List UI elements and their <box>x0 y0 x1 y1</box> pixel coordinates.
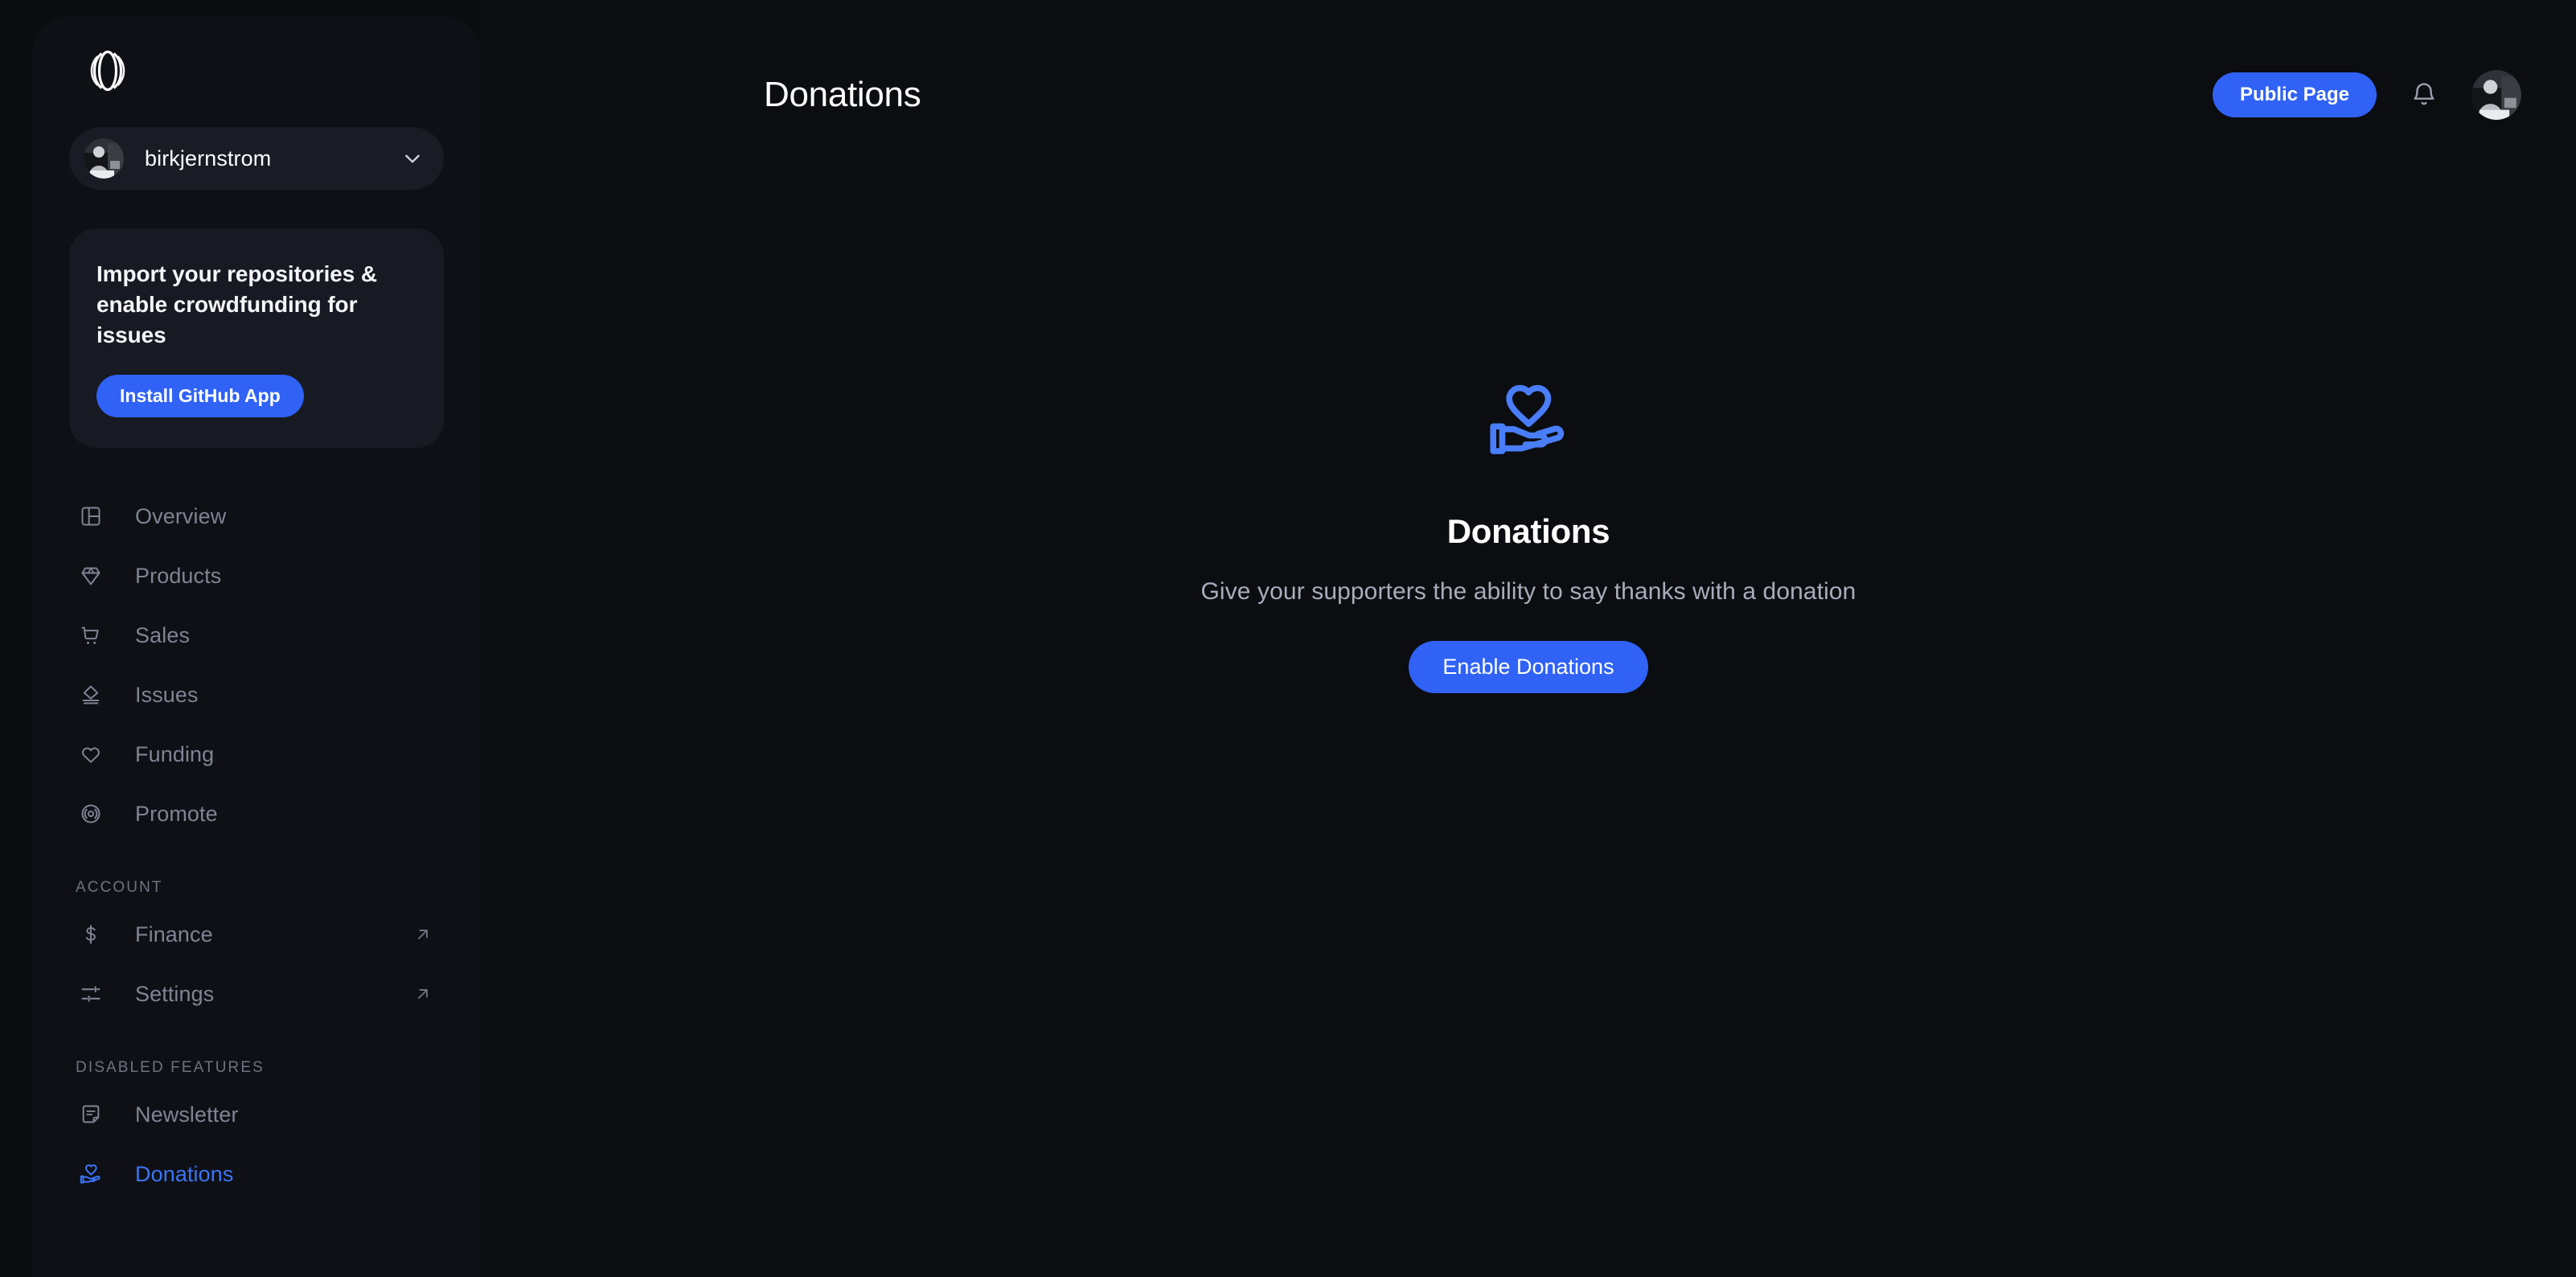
brand-logo[interactable] <box>69 16 444 105</box>
disabled-features-nav: Newsletter Donations <box>69 1085 444 1204</box>
diamond-icon <box>76 560 106 591</box>
top-bar-actions: Public Page <box>2212 70 2521 120</box>
sidebar-item-issues[interactable]: Issues <box>69 665 444 725</box>
sidebar-item-label: Sales <box>135 622 191 647</box>
sidebar-item-label: Products <box>135 563 222 588</box>
empty-state-subtitle: Give your supporters the ability to say … <box>1200 578 1856 605</box>
app-root: birkjernstrom Import your repositories &… <box>0 0 2576 1277</box>
sidebar-item-overview[interactable]: Overview <box>69 487 444 546</box>
main-content: Donations Public Page Donations Give you… <box>481 0 2576 1277</box>
account-section-label: ACCOUNT <box>76 879 163 897</box>
arrow-up-right-icon <box>418 989 428 1000</box>
sidebar-item-label: Overview <box>135 503 227 528</box>
page-title: Donations <box>764 75 921 114</box>
sidebar-item-label: Donations <box>135 1161 234 1186</box>
promo-title: Import your repositories & enable crowdf… <box>96 261 378 348</box>
shopping-cart-icon <box>76 620 106 651</box>
sidebar-item-label: Finance <box>135 922 213 946</box>
heart-icon <box>76 739 106 770</box>
avatar-image <box>2471 70 2521 120</box>
public-page-button[interactable]: Public Page <box>2212 72 2377 117</box>
sidebar: birkjernstrom Import your repositories &… <box>32 16 481 1277</box>
enable-donations-button[interactable]: Enable Donations <box>1409 641 1648 693</box>
disabled-features-section-label: DISABLED FEATURES <box>76 1059 265 1077</box>
broadcast-icon <box>76 799 106 829</box>
empty-state-title: Donations <box>1446 512 1610 550</box>
arrow-up-right-icon <box>418 930 428 940</box>
sidebar-item-label: Newsletter <box>135 1102 239 1127</box>
dollar-icon <box>76 919 106 950</box>
note-icon <box>76 1099 106 1130</box>
avatar <box>84 138 124 179</box>
sidebar-item-label: Issues <box>135 682 199 707</box>
account-nav: Finance Settings <box>69 905 444 1024</box>
org-switcher[interactable]: birkjernstrom <box>69 127 444 190</box>
notifications-button[interactable] <box>2406 76 2443 113</box>
top-bar: Donations Public Page <box>481 0 2576 190</box>
sidebar-item-newsletter[interactable]: Newsletter <box>69 1085 444 1144</box>
sidebar-item-label: Promote <box>135 801 218 826</box>
issues-icon <box>76 680 106 710</box>
sidebar-item-label: Settings <box>135 981 215 1006</box>
sidebar-item-funding[interactable]: Funding <box>69 725 444 784</box>
avatar-image <box>84 138 124 179</box>
github-app-promo-card: Import your repositories & enable crowdf… <box>69 228 444 449</box>
volunteer-activism-icon <box>1487 378 1570 466</box>
sidebar-item-settings[interactable]: Settings <box>69 964 444 1024</box>
sidebar-item-sales[interactable]: Sales <box>69 606 444 665</box>
sidebar-item-donations[interactable]: Donations <box>69 1144 444 1204</box>
polar-logo-icon <box>90 50 125 92</box>
sidebar-item-label: Funding <box>135 741 215 766</box>
bell-icon <box>2414 83 2434 105</box>
primary-nav: Overview Products Sales Issues Funding P… <box>69 487 444 844</box>
sliders-icon <box>76 979 106 1009</box>
sidebar-item-finance[interactable]: Finance <box>69 905 444 964</box>
sidebar-item-promote[interactable]: Promote <box>69 784 444 844</box>
sidebar-item-products[interactable]: Products <box>69 546 444 606</box>
donations-empty-state: Donations Give your supporters the abili… <box>481 378 2576 693</box>
avatar[interactable] <box>2471 70 2521 120</box>
layout-dashboard-icon <box>76 501 106 532</box>
install-github-app-button[interactable]: Install GitHub App <box>96 375 304 418</box>
chevron-down-icon <box>405 154 420 163</box>
volunteer-activism-icon <box>76 1159 106 1189</box>
org-name: birkjernstrom <box>145 146 272 170</box>
